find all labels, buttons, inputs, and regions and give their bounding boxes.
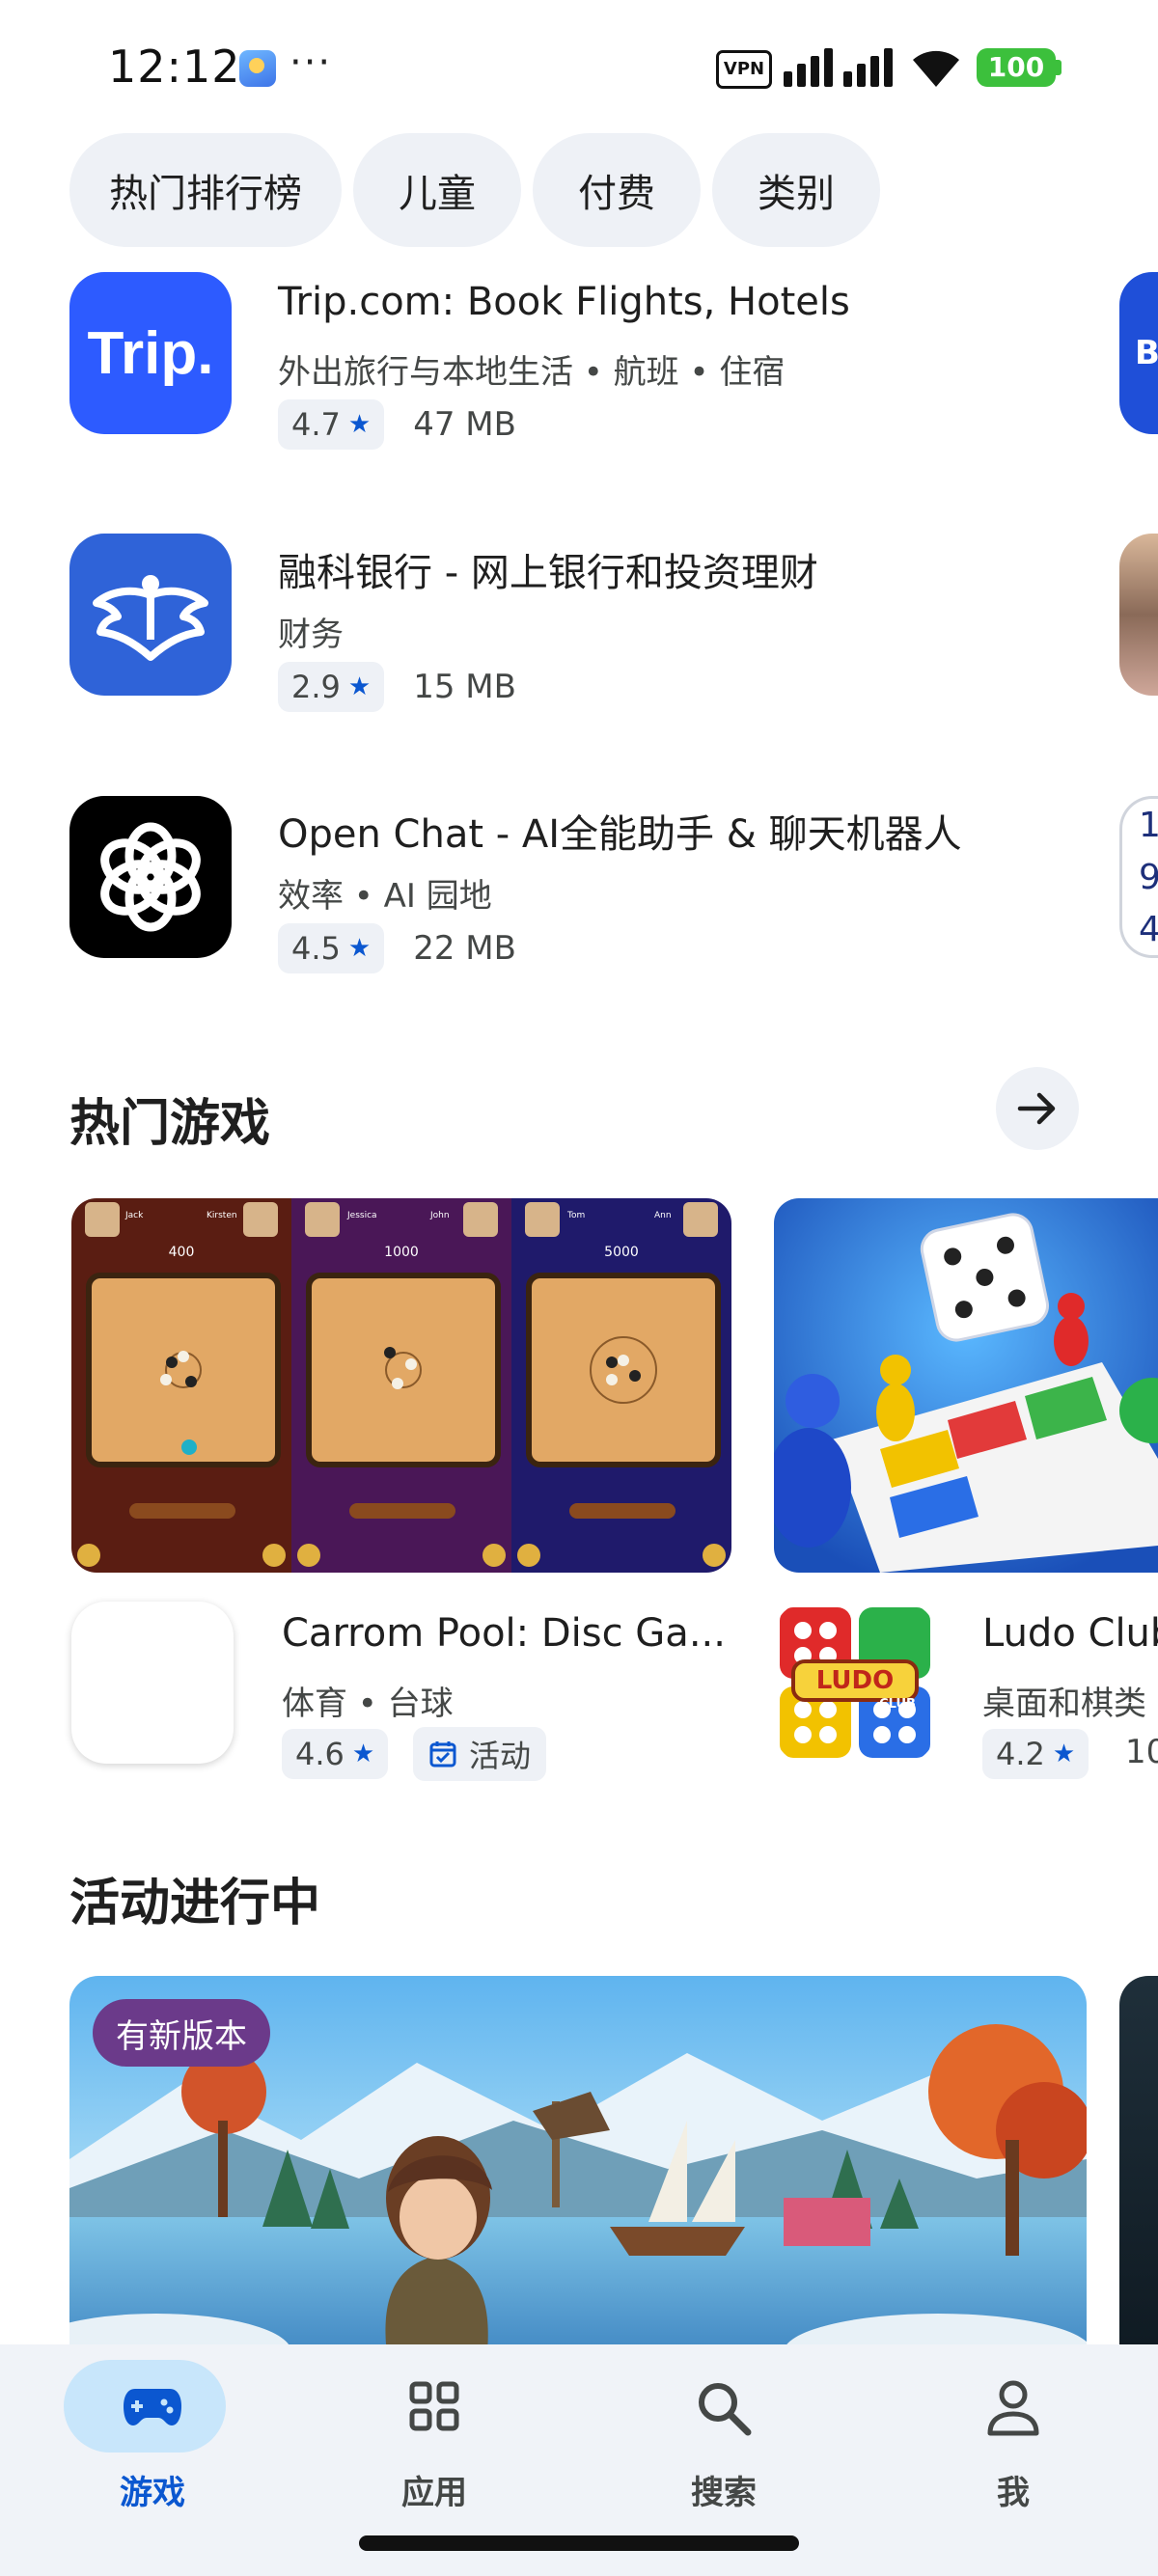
rating-value: 4.7 <box>291 406 341 443</box>
peek-digit: 1 <box>1139 806 1158 845</box>
next-column-peek[interactable]: 1 9 4 <box>1119 796 1158 958</box>
game-category: 体育 • 台球 <box>282 1685 454 1723</box>
rating-value: 4.5 <box>291 930 341 967</box>
nav-label: 游戏 <box>120 2474 185 2512</box>
battery-tip <box>1056 60 1062 75</box>
app-meta: 4.7 ★ 47 MB <box>278 399 516 450</box>
section-title-hot-games: 热门游戏 <box>69 1095 271 1153</box>
rating-chip: 4.5 ★ <box>278 923 385 973</box>
person-icon <box>987 2380 1039 2436</box>
peek-digit: 4 <box>1139 910 1158 949</box>
game-category: 桌面和棋类 <box>982 1685 1146 1723</box>
rating-chip: 4.6 ★ <box>282 1729 389 1779</box>
more-notifications-icon: ··· <box>290 41 333 85</box>
rating-value: 2.9 <box>291 669 341 705</box>
carrom-banner[interactable]: Jack Kirsten Jessica John Tom Ann 400 10… <box>71 1198 731 1573</box>
trip-app-icon[interactable]: Trip. <box>69 272 232 434</box>
carrom-player: Ann <box>654 1211 672 1220</box>
rating-chip: 2.9 ★ <box>278 662 385 712</box>
app-size: 47 MB <box>413 405 516 444</box>
nav-apps[interactable]: 应用 <box>338 2360 531 2524</box>
chip-paid[interactable]: 付费 <box>533 133 701 247</box>
chip-categories[interactable]: 类别 <box>712 133 880 247</box>
carrom-screenshot: Jack Kirsten Jessica John Tom Ann 400 10… <box>71 1198 731 1573</box>
ludo-logo-text: LUDO <box>816 1666 894 1695</box>
app-category: 外出旅行与本地生活 • 航班 • 住宿 <box>278 353 786 392</box>
star-icon: ★ <box>347 410 372 439</box>
app-title[interactable]: 融科银行 - 网上银行和投资理财 <box>278 541 818 597</box>
app-size: 22 MB <box>413 929 516 968</box>
carrom-score: 1000 <box>384 1245 419 1260</box>
next-event-peek[interactable] <box>1119 1976 1158 2362</box>
chip-kids[interactable]: 儿童 <box>353 133 521 247</box>
vpn-icon: VPN <box>716 50 772 89</box>
rating-chip: 4.7 ★ <box>278 399 385 450</box>
carrom-player: Jack <box>124 1211 144 1220</box>
arrow-right-icon <box>1017 1092 1056 1125</box>
nav-search[interactable]: 搜索 <box>627 2360 820 2524</box>
carrom-app-icon[interactable] <box>71 1602 234 1764</box>
search-icon <box>699 2383 752 2436</box>
ludo-club-logo-icon: LUDO CLUB <box>780 1607 930 1758</box>
signal-icon <box>784 48 893 87</box>
see-more-button[interactable] <box>996 1067 1079 1150</box>
notification-app-icon <box>239 50 276 87</box>
nav-me[interactable]: 我 <box>917 2360 1110 2524</box>
game-title[interactable]: Carrom Pool: Disc Ga... <box>282 1611 726 1656</box>
apps-grid-icon <box>409 2381 459 2431</box>
star-icon: ★ <box>1052 1740 1076 1768</box>
carrom-player: Tom <box>566 1211 585 1220</box>
peek-letter: B <box>1135 334 1158 372</box>
bank-app-icon[interactable] <box>69 534 232 696</box>
carrom-player: Kirsten <box>207 1211 237 1220</box>
nav-games[interactable]: 游戏 <box>56 2360 249 2524</box>
nav-label: 我 <box>997 2474 1030 2512</box>
app-size: 10 <box>1125 1733 1158 1771</box>
home-indicator[interactable] <box>359 2535 799 2551</box>
event-chip: 活动 <box>413 1727 547 1781</box>
app-meta: 4.5 ★ 22 MB <box>278 923 516 973</box>
app-title[interactable]: Open Chat - AI全能助手 & 聊天机器人 <box>278 803 962 859</box>
gamepad-icon <box>124 2389 181 2425</box>
new-version-badge: 有新版本 <box>93 1999 270 2067</box>
carrom-score: 400 <box>169 1245 195 1260</box>
wifi-icon <box>913 50 959 87</box>
star-icon: ★ <box>351 1740 375 1768</box>
event-label: 活动 <box>469 1738 532 1774</box>
app-category: 财务 <box>278 616 344 654</box>
section-title-events: 活动进行中 <box>69 1875 321 1932</box>
app-size: 15 MB <box>413 668 516 706</box>
carrom-score: 5000 <box>604 1245 639 1260</box>
rating-chip: 4.2 ★ <box>982 1729 1089 1779</box>
ludo-logo-subtext: CLUB <box>879 1697 916 1712</box>
knot-logo-icon <box>100 822 201 932</box>
wings-logo-icon <box>93 575 208 661</box>
carrom-player: Jessica <box>346 1211 377 1220</box>
chip-top-charts[interactable]: 热门排行榜 <box>69 133 342 247</box>
battery-indicator: 100 <box>977 48 1056 87</box>
peek-digit: 9 <box>1139 858 1158 897</box>
next-column-peek[interactable] <box>1119 534 1158 696</box>
ludo-banner[interactable] <box>774 1198 1158 1573</box>
star-icon: ★ <box>347 672 372 701</box>
ludo-screenshot <box>774 1198 1158 1573</box>
carrom-player: John <box>429 1211 450 1220</box>
ludo-app-icon[interactable]: LUDO CLUB <box>774 1602 936 1764</box>
app-title[interactable]: Trip.com: Book Flights, Hotels <box>278 280 850 324</box>
openchat-app-icon[interactable] <box>69 796 232 958</box>
calendar-check-icon <box>429 1741 456 1768</box>
next-column-peek[interactable]: B <box>1119 272 1158 434</box>
game-title[interactable]: Ludo Club <box>982 1611 1158 1656</box>
rating-value: 4.6 <box>295 1736 345 1772</box>
app-meta: 2.9 ★ 15 MB <box>278 662 516 712</box>
rating-value: 4.2 <box>996 1736 1045 1772</box>
app-category: 效率 • AI 园地 <box>278 877 492 916</box>
nav-label: 应用 <box>401 2474 467 2512</box>
status-time: 12:12 <box>108 41 241 93</box>
trip-logo-text: Trip. <box>87 319 214 387</box>
star-icon: ★ <box>347 934 372 963</box>
nav-label: 搜索 <box>691 2474 757 2512</box>
